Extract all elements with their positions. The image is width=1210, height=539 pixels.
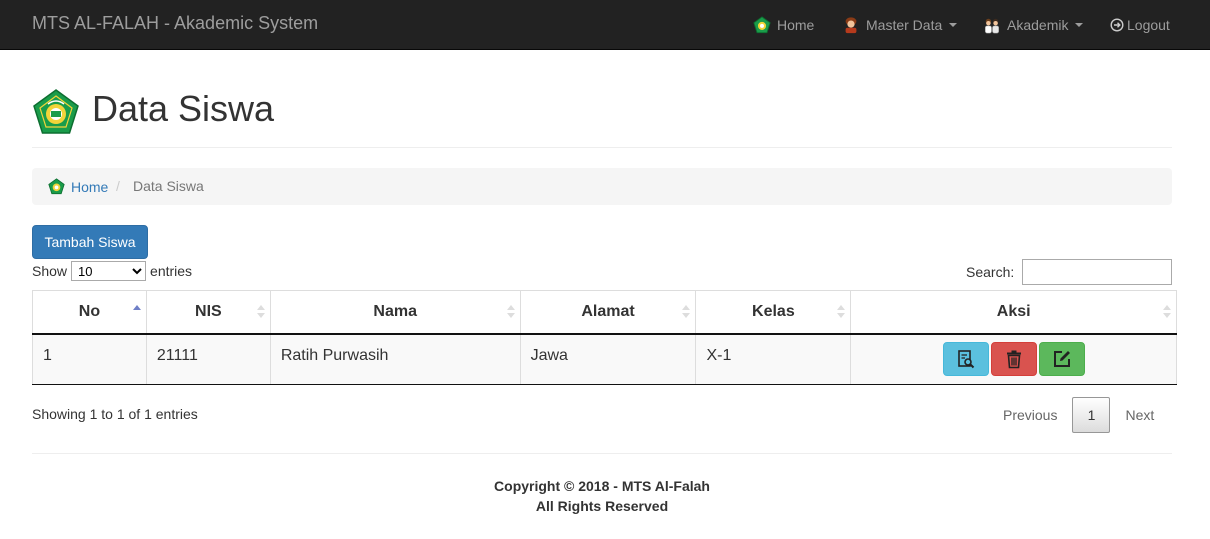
sort-icon [506,305,515,319]
nav-logout-label: Logout [1127,17,1170,33]
nav-akademik-label: Akademik [1007,17,1069,33]
footer-copyright: Copyright © 2018 - MTS Al-Falah [494,478,710,494]
page-header: Data Siswa [32,86,1172,148]
pagination-previous[interactable]: Previous [988,407,1072,423]
breadcrumb-current: Data Siswa [133,178,204,194]
column-header-label: Nama [373,302,417,320]
edit-icon [1053,351,1070,368]
column-header-alamat[interactable]: Alamat [519,290,696,335]
page-title: Data Siswa [92,88,275,129]
emblem-icon [753,16,771,34]
cell-nis: 21111 [145,333,271,385]
search-label: Search: [966,264,1015,280]
table-header-row: No NIS Nama Alamat Kelas Aksi [32,290,1177,335]
cell-alamat: Jawa [519,333,696,385]
column-header-no[interactable]: No [32,290,147,335]
sort-icon [682,305,691,319]
add-student-button[interactable]: Tambah Siswa [32,225,148,259]
column-header-nis[interactable]: NIS [145,290,271,335]
nav-home[interactable]: Home [753,15,814,35]
column-header-aksi[interactable]: Aksi [850,290,1177,335]
footer: Copyright © 2018 - MTS Al-Falah All Righ… [0,476,1204,516]
nav-akademik[interactable]: Akademik [983,15,1084,35]
nav-master-data-label: Master Data [866,17,943,33]
breadcrumb-home[interactable]: Home [48,178,108,195]
entries-label: entries [150,263,193,279]
cell-nama: Ratih Purwasih [269,333,521,385]
footer-rights: All Rights Reserved [535,498,669,514]
entries-length-select[interactable]: 10 [71,261,147,281]
trash-icon [1006,350,1021,369]
sort-icon [256,305,265,319]
view-detail-icon [957,350,974,369]
table-row: 1 21111 Ratih Purwasih Jawa X-1 [32,333,1177,385]
pagination: Previous 1 Next [988,397,1169,433]
cell-no: 1 [32,333,147,385]
view-button[interactable] [942,342,989,377]
sort-asc-icon [132,305,141,319]
cell-kelas: X-1 [695,333,851,385]
pagination-next[interactable]: Next [1110,407,1169,423]
logout-icon [1110,18,1124,32]
nav-master-data[interactable]: Master Data [842,15,958,35]
emblem-icon [33,89,79,134]
emblem-icon [48,178,65,195]
people-icon [984,18,1000,34]
column-header-label: Aksi [996,302,1031,320]
delete-button[interactable] [990,342,1037,377]
column-header-label: Kelas [752,302,795,320]
breadcrumb-separator: / [116,178,120,194]
column-header-label: No [78,302,101,320]
cell-aksi [850,333,1177,385]
search-control: Search: [966,259,1173,285]
search-input[interactable] [1022,259,1173,285]
breadcrumb-home-label: Home [71,178,109,195]
edit-button[interactable] [1038,342,1085,377]
sort-icon [837,305,846,319]
sort-icon [1163,305,1171,319]
chevron-down-icon [949,23,958,27]
footer-divider [32,453,1172,454]
column-header-nama[interactable]: Nama [269,290,521,335]
column-header-kelas[interactable]: Kelas [695,290,851,335]
breadcrumb: Home / Data Siswa [32,168,1172,205]
students-table: No NIS Nama Alamat Kelas Aksi 1 21111 Ra… [32,290,1177,385]
entries-length-control: Show 10 entries [32,261,192,281]
nav-home-label: Home [777,17,815,33]
show-label: Show [32,263,68,279]
chevron-down-icon [1075,23,1084,27]
navbar: MTS AL-FALAH - Akademic System Home Mast… [0,0,1210,50]
column-header-label: Alamat [581,302,635,320]
student-icon [845,17,857,34]
nav-logout[interactable]: Logout [1110,15,1170,35]
pagination-page-current[interactable]: 1 [1072,397,1111,433]
table-info: Showing 1 to 1 of 1 entries [32,406,198,422]
column-header-label: NIS [195,302,222,320]
brand[interactable]: MTS AL-FALAH - Akademic System [32,13,318,34]
